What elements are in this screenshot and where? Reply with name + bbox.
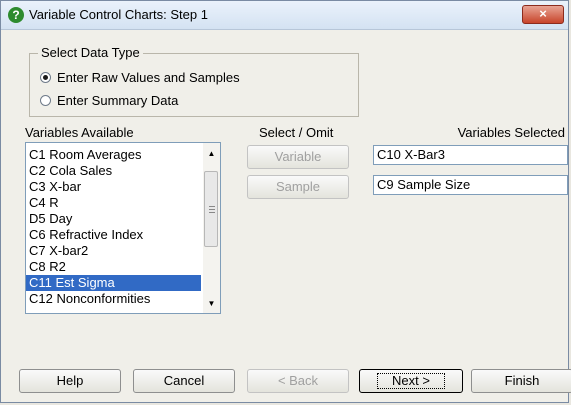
thumb-grip-icon [209, 209, 215, 210]
radio-button-unchecked-icon[interactable] [40, 95, 51, 106]
list-item[interactable]: C3 X-bar [26, 179, 201, 195]
title-bar: ? Variable Control Charts: Step 1 × [1, 1, 568, 30]
selected-variable-field[interactable]: C10 X-Bar3 [373, 145, 568, 165]
finish-button[interactable]: Finish [471, 369, 571, 393]
radio-raw-values[interactable]: Enter Raw Values and Samples [40, 70, 240, 85]
variable-button[interactable]: Variable [247, 145, 349, 169]
list-item[interactable]: C4 R [26, 195, 201, 211]
close-button[interactable]: × [522, 5, 564, 24]
list-item[interactable]: C1 Room Averages [26, 147, 201, 163]
selected-sample-field[interactable]: C9 Sample Size [373, 175, 568, 195]
variables-selected-label: Variables Selected [457, 125, 565, 140]
list-item-selected[interactable]: C11 Est Sigma [26, 275, 201, 291]
radio-button-checked-icon[interactable] [40, 72, 51, 83]
scroll-down-arrow-icon[interactable]: ▼ [203, 295, 220, 312]
list-items: C1 Room Averages C2 Cola Sales C3 X-bar … [26, 147, 201, 307]
data-type-group: Select Data Type Enter Raw Values and Sa… [29, 45, 359, 117]
help-button[interactable]: Help [19, 369, 121, 393]
select-omit-label: Select / Omit [259, 125, 334, 140]
variables-available-label: Variables Available [25, 125, 134, 140]
dialog-window: ? Variable Control Charts: Step 1 × Sele… [0, 0, 571, 403]
sample-button[interactable]: Sample [247, 175, 349, 199]
scroll-up-arrow-icon[interactable]: ▲ [203, 145, 220, 162]
list-item[interactable]: D5 Day [26, 211, 201, 227]
help-question-icon: ? [8, 7, 24, 23]
cancel-button[interactable]: Cancel [133, 369, 235, 393]
list-item[interactable]: C6 Refractive Index [26, 227, 201, 243]
list-item[interactable]: C12 Nonconformities [26, 291, 201, 307]
thumb-grip-icon [209, 212, 215, 213]
next-button[interactable]: Next > [359, 369, 463, 393]
list-item[interactable]: C7 X-bar2 [26, 243, 201, 259]
list-item[interactable]: C2 Cola Sales [26, 163, 201, 179]
variables-available-list[interactable]: C1 Room Averages C2 Cola Sales C3 X-bar … [25, 142, 221, 314]
window-title: Variable Control Charts: Step 1 [29, 7, 208, 22]
list-item[interactable]: C8 R2 [26, 259, 201, 275]
data-type-group-label: Select Data Type [38, 45, 143, 60]
scroll-thumb[interactable] [204, 171, 218, 247]
radio-raw-values-label: Enter Raw Values and Samples [57, 70, 240, 85]
next-button-label: Next > [377, 373, 445, 389]
radio-summary-data[interactable]: Enter Summary Data [40, 93, 178, 108]
back-button[interactable]: < Back [247, 369, 349, 393]
radio-summary-data-label: Enter Summary Data [57, 93, 179, 108]
thumb-grip-icon [209, 206, 215, 207]
list-scrollbar[interactable]: ▲ ▼ [203, 143, 220, 313]
